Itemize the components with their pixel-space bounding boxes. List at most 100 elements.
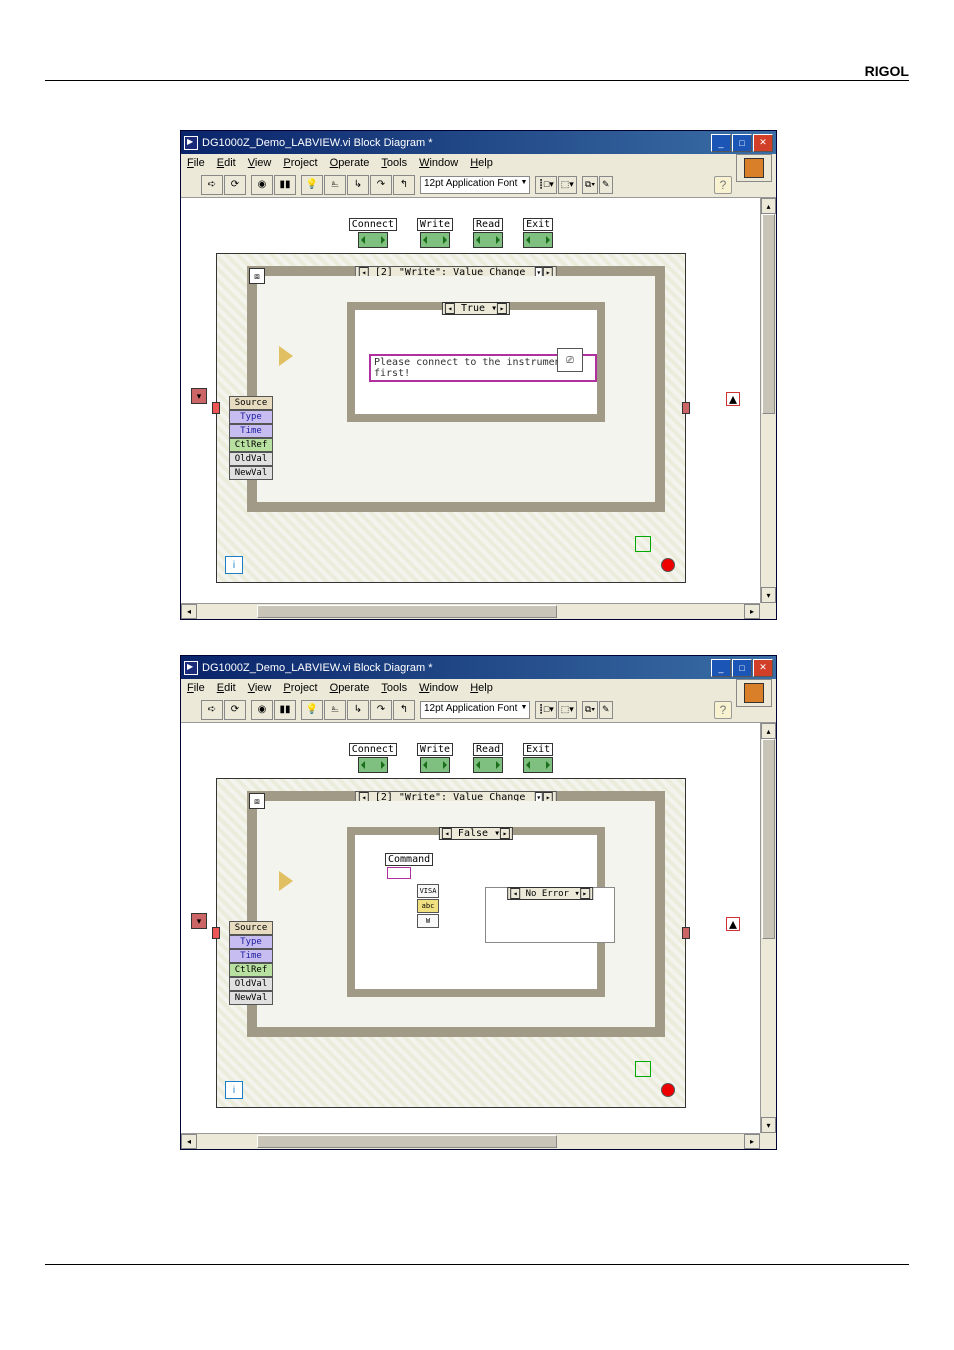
scroll-right-button[interactable]: ▸ [744,604,760,619]
block-diagram-canvas[interactable]: ▾ Connect Write Read Exit ◂ [2] "Write":… [181,723,760,1133]
vertical-scrollbar[interactable]: ▴▾ [760,723,776,1133]
shift-register-right[interactable] [682,927,690,939]
menu-file[interactable]: File [187,682,205,694]
vi-icon[interactable] [736,679,772,707]
minimize-button[interactable]: _ [711,134,731,152]
close-button[interactable]: ✕ [753,659,773,677]
reorder-menu[interactable]: ⧉▾ [582,701,598,719]
case-structure[interactable]: ◂ True ▾▸ Please connect to the instrume… [347,302,605,422]
event-structure[interactable]: ◂ [2] "Write": Value Change ▾▸ ⧈ ◂ True … [247,266,665,512]
visa-write-stack[interactable]: VISA abc W [417,883,439,929]
hscroll-thumb[interactable] [257,1135,557,1148]
resize-grip[interactable] [760,603,776,619]
dynamic-event-terminal-in[interactable]: ⧈ [249,793,265,809]
menu-help[interactable]: Help [470,682,493,694]
loop-iteration-terminal[interactable]: i [225,1081,243,1099]
menu-help[interactable]: Help [470,157,493,169]
vi-icon[interactable] [736,154,772,182]
event-write-terminal[interactable] [420,232,450,248]
menu-operate[interactable]: Operate [330,157,370,169]
scroll-right-button[interactable]: ▸ [744,1134,760,1149]
run-button[interactable]: ➪ [201,175,223,195]
scroll-down-button[interactable]: ▾ [761,587,776,603]
step-over-button[interactable]: ↷ [370,175,392,195]
vscroll-thumb[interactable] [762,214,775,414]
scroll-up-button[interactable]: ▴ [761,723,776,739]
event-exit-terminal[interactable] [523,232,553,248]
event-read-terminal[interactable] [473,232,503,248]
loop-condition-terminal[interactable] [661,558,675,572]
loop-condition-terminal[interactable] [661,1083,675,1097]
loop-iteration-terminal[interactable]: i [225,556,243,574]
menu-file[interactable]: File [187,157,205,169]
scroll-down-button[interactable]: ▾ [761,1117,776,1133]
font-selector[interactable]: 12pt Application Font [420,176,530,194]
scroll-left-button[interactable]: ◂ [181,604,197,619]
horizontal-scrollbar[interactable]: ◂▸ [181,603,760,619]
run-button[interactable]: ➪ [201,700,223,720]
highlight-exec-button[interactable]: 💡 [301,700,323,720]
abort-button[interactable]: ◉ [251,175,273,195]
menu-operate[interactable]: Operate [330,682,370,694]
retain-wire-button[interactable]: ⎁ [324,175,346,195]
error-case-structure[interactable]: ◂ No Error ▾▸ [485,887,615,943]
font-selector[interactable]: 12pt Application Font [420,701,530,719]
tunnel-left[interactable] [212,927,220,939]
menu-tools[interactable]: Tools [381,157,407,169]
distribute-menu[interactable]: ⬚▾ [558,701,577,719]
run-continuous-button[interactable]: ⟳ [224,175,246,195]
step-into-button[interactable]: ↳ [347,175,369,195]
highlight-exec-button[interactable]: 💡 [301,175,323,195]
while-loop[interactable]: Connect Write Read Exit ◂ [2] "Write": V… [216,253,686,583]
retain-wire-button[interactable]: ⎁ [324,700,346,720]
abort-button[interactable]: ◉ [251,700,273,720]
block-diagram-canvas[interactable]: ▾ Connect Write Read Exit ◂ [2] "Write":… [181,198,760,603]
step-out-button[interactable]: ↰ [393,700,415,720]
cleanup-button[interactable]: ✎ [599,176,613,194]
one-button-dialog-icon[interactable]: ⎚ [557,348,583,372]
event-write-terminal[interactable] [420,757,450,773]
align-menu[interactable]: ┋□▾ [535,176,556,194]
scroll-up-button[interactable]: ▴ [761,198,776,214]
scroll-left-button[interactable]: ◂ [181,1134,197,1149]
dynamic-event-terminal-in[interactable]: ⧈ [249,268,265,284]
event-read-terminal[interactable] [473,757,503,773]
error-case-selector[interactable]: ◂ No Error ▾▸ [507,887,593,900]
pause-button[interactable]: ▮▮ [274,700,296,720]
menu-bar[interactable]: File Edit View Project Operate Tools Win… [181,154,776,172]
menu-bar[interactable]: File Edit View Project Operate Tools Win… [181,679,776,697]
close-button[interactable]: ✕ [753,134,773,152]
horizontal-scrollbar[interactable]: ◂▸ [181,1133,760,1149]
vertical-scrollbar[interactable]: ▴▾ [760,198,776,603]
menu-window[interactable]: Window [419,157,458,169]
case-structure[interactable]: ◂ False ▾▸ Command VISA abc W ◂ No Error… [347,827,605,997]
hscroll-thumb[interactable] [257,605,557,618]
maximize-button[interactable]: □ [732,659,752,677]
event-exit-terminal[interactable] [523,757,553,773]
event-registration-node[interactable]: ▾ [191,913,207,929]
while-loop[interactable]: Connect Write Read Exit ◂ [2] "Write": V… [216,778,686,1108]
align-menu[interactable]: ┋□▾ [535,701,556,719]
menu-view[interactable]: View [248,682,272,694]
case-selector-false[interactable]: ◂ False ▾▸ [439,827,513,840]
menu-project[interactable]: Project [283,157,317,169]
case-selector-true[interactable]: ◂ True ▾▸ [442,302,510,315]
event-registration-node[interactable]: ▾ [191,388,207,404]
menu-view[interactable]: View [248,157,272,169]
tunnel-left[interactable] [212,402,220,414]
event-connect-terminal[interactable] [358,757,388,773]
cleanup-button[interactable]: ✎ [599,701,613,719]
menu-edit[interactable]: Edit [217,157,236,169]
menu-window[interactable]: Window [419,682,458,694]
context-help-button[interactable]: ? [714,176,732,194]
event-structure[interactable]: ◂ [2] "Write": Value Change ▾▸ ⧈ ◂ False… [247,791,665,1037]
timeout-terminal[interactable] [279,346,293,366]
maximize-button[interactable]: □ [732,134,752,152]
resize-grip[interactable] [760,1133,776,1149]
titlebar[interactable]: DG1000Z_Demo_LABVIEW.vi Block Diagram * … [181,656,776,679]
pause-button[interactable]: ▮▮ [274,175,296,195]
event-connect-terminal[interactable] [358,232,388,248]
shift-register-right[interactable] [682,402,690,414]
reorder-menu[interactable]: ⧉▾ [582,176,598,194]
run-continuous-button[interactable]: ⟳ [224,700,246,720]
